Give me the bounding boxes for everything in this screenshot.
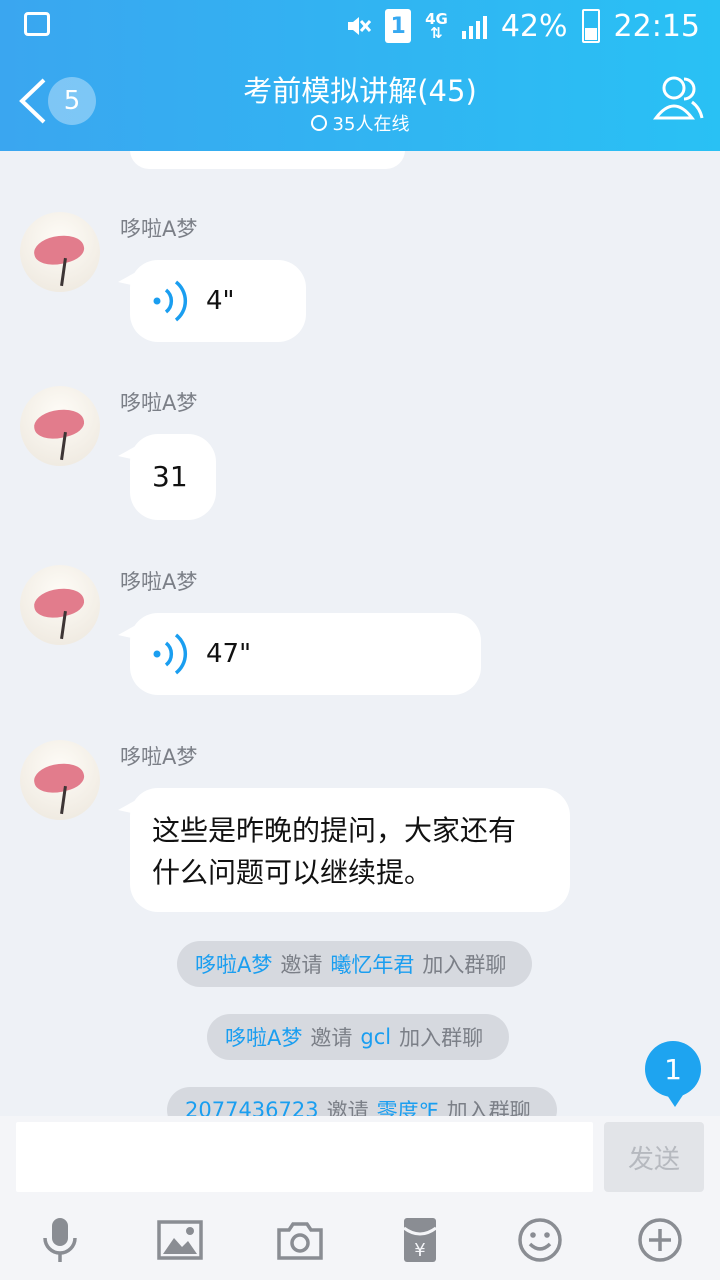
network-type: 4G ⇅	[425, 10, 448, 42]
message-text-line: 什么问题可以继续提。	[152, 856, 433, 889]
notice-verb: 邀请	[310, 1026, 353, 1050]
notice-invitee[interactable]: 零度℉	[377, 1095, 439, 1116]
status-indicators: 1 4G ⇅ 42% 22:15	[345, 6, 700, 46]
avatar[interactable]	[20, 740, 100, 820]
voice-duration: 4"	[206, 286, 235, 316]
avatar[interactable]	[20, 565, 100, 645]
notice-inviter[interactable]: 2077436723	[185, 1098, 319, 1116]
notice-suffix: 加入群聊	[399, 1026, 484, 1050]
signal-icon	[461, 13, 487, 39]
notice-inviter[interactable]: 哆啦A梦	[225, 1022, 302, 1052]
notice-invitee[interactable]: gcl	[360, 1025, 391, 1049]
nav-bar: 5 考前模拟讲解(45) 35人在线	[0, 50, 720, 151]
avatar[interactable]	[20, 212, 100, 292]
notice-verb: 邀请	[280, 953, 323, 977]
notice-inviter[interactable]: 哆啦A梦	[195, 949, 272, 979]
header-bar: 1 4G ⇅ 42% 22:15 5 考前模拟讲解(45) 35人在线	[0, 0, 720, 151]
input-toolbar: ¥	[0, 1210, 720, 1270]
group-members-icon[interactable]	[652, 74, 704, 122]
sender-name: 哆啦A梦	[120, 217, 198, 241]
voice-message-bubble[interactable]: 47"	[118, 613, 481, 695]
avatar[interactable]	[20, 386, 100, 466]
message-text-line: 这些是昨晚的提问，大家还有	[152, 814, 517, 847]
sender-name: 哆啦A梦	[120, 745, 198, 769]
input-area: 发送 ¥	[0, 1116, 720, 1280]
sim-badge: 1	[385, 9, 412, 43]
battery-icon	[581, 9, 600, 43]
voice-duration: 47"	[206, 639, 252, 669]
plus-icon[interactable]	[636, 1216, 684, 1264]
microphone-icon[interactable]	[36, 1216, 84, 1264]
sender-name: 哆啦A梦	[120, 391, 198, 415]
status-bar: 1 4G ⇅ 42% 22:15	[0, 0, 720, 50]
system-notice: 哆啦A梦 邀请 gcl 加入群聊	[207, 1014, 510, 1060]
image-icon[interactable]	[156, 1216, 204, 1264]
online-count: 35人在线	[332, 114, 410, 135]
mute-icon	[348, 17, 372, 35]
notice-invitee[interactable]: 曦忆年君	[330, 949, 414, 979]
voice-wave-icon	[153, 633, 188, 675]
network-label: 4G	[425, 10, 448, 28]
text-message-bubble[interactable]: 31	[118, 434, 216, 520]
voice-message-bubble[interactable]: 4"	[118, 260, 306, 342]
group-title[interactable]: 考前模拟讲解(45)	[0, 68, 720, 110]
notice-verb: 邀请	[326, 1099, 369, 1116]
send-button[interactable]: 发送	[604, 1122, 704, 1192]
notice-suffix: 加入群聊	[446, 1099, 531, 1116]
message-text: 31	[152, 460, 188, 493]
text-message-bubble[interactable]: 这些是昨晚的提问，大家还有 什么问题可以继续提。	[118, 788, 570, 912]
camera-icon[interactable]	[276, 1216, 324, 1264]
notice-suffix: 加入群聊	[422, 953, 507, 977]
chat-area[interactable]: 哆啦A梦 4" 哆啦A梦 31 哆啦A梦 47" 哆啦A梦 这些是昨晚的提问，大…	[0, 151, 720, 1116]
red-packet-icon[interactable]: ¥	[396, 1216, 444, 1264]
sender-name: 哆啦A梦	[120, 570, 198, 594]
battery-percent: 42%	[500, 8, 568, 44]
emoji-icon[interactable]	[516, 1216, 564, 1264]
system-notice: 2077436723 邀请 零度℉ 加入群聊	[167, 1087, 557, 1116]
online-status[interactable]: 35人在线	[0, 110, 720, 136]
new-message-badge[interactable]: 1	[645, 1041, 701, 1107]
voice-wave-icon	[153, 280, 188, 322]
svg-text:¥: ¥	[414, 1240, 425, 1261]
clock: 22:15	[613, 8, 700, 44]
previous-message-bubble[interactable]	[130, 151, 405, 169]
online-icon	[310, 115, 327, 131]
system-notice: 哆啦A梦 邀请 曦忆年君 加入群聊	[177, 941, 533, 987]
gallery-notification-icon	[24, 12, 50, 36]
message-input[interactable]	[16, 1122, 593, 1192]
